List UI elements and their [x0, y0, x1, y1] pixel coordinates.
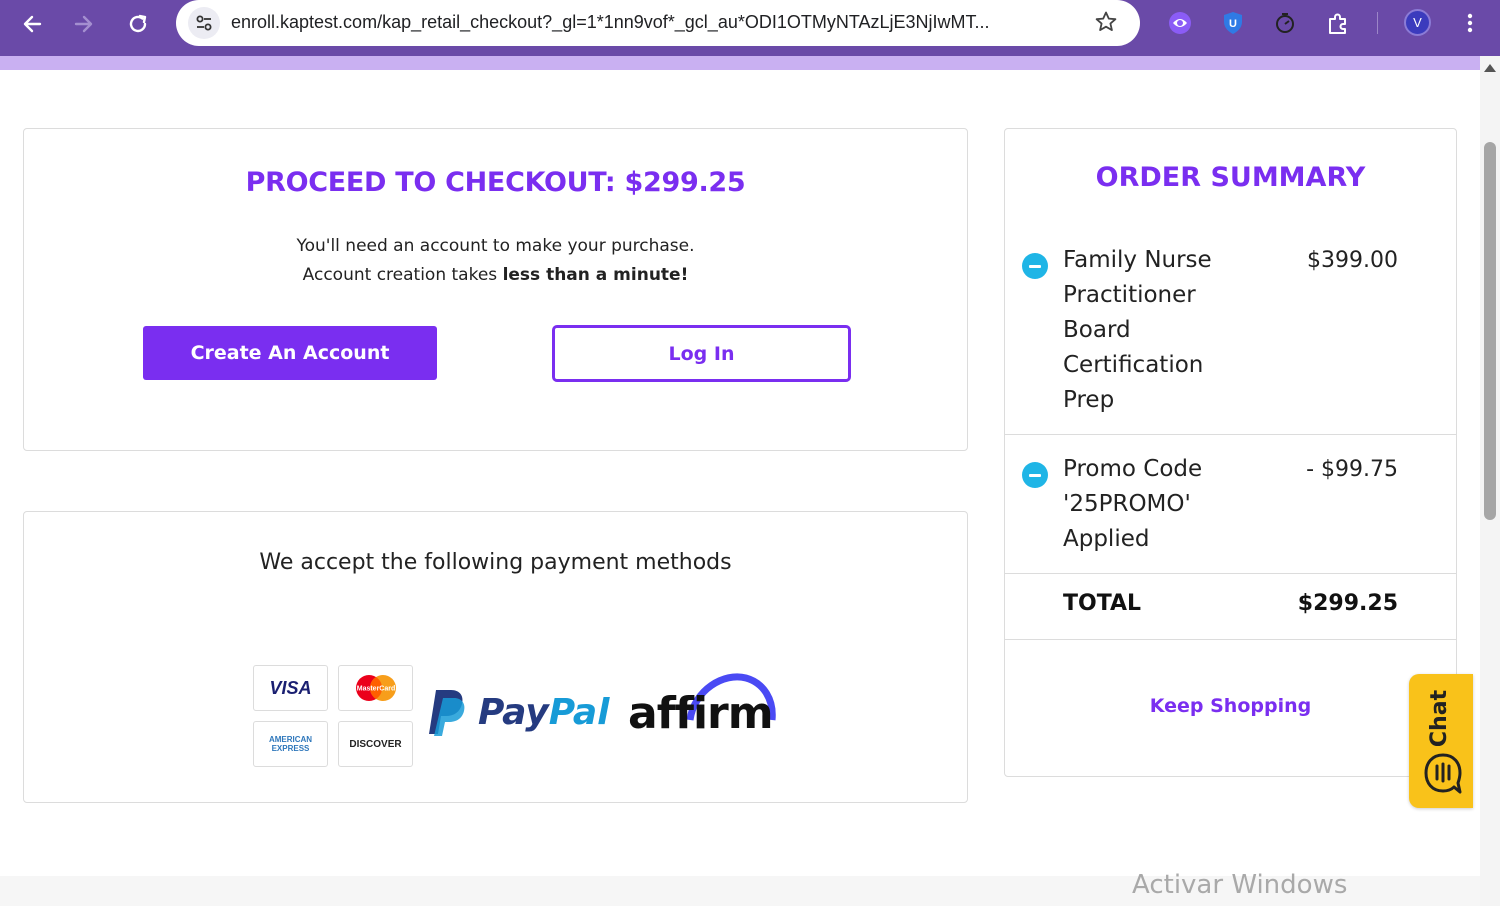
forward-arrow-icon [74, 15, 93, 33]
windows-activation-watermark: Activar Windows [1132, 870, 1348, 900]
scroll-up-arrow-icon[interactable] [1484, 64, 1496, 72]
account-required-text: You'll need an account to make your purc… [296, 236, 695, 256]
create-account-button[interactable]: Create An Account [143, 326, 437, 380]
summary-divider [1005, 434, 1456, 435]
mastercard-logo: MasterCard [338, 665, 413, 711]
site-info-button[interactable] [188, 7, 220, 39]
chat-label: Chat [1427, 689, 1453, 747]
paypal-pay: Pay [478, 692, 549, 733]
extension-timer-icon[interactable] [1270, 8, 1300, 38]
profile-avatar[interactable]: V [1404, 9, 1431, 36]
reload-button[interactable] [120, 6, 156, 42]
order-summary-card: ORDER SUMMARY Family Nurse Practitioner … [1004, 128, 1457, 777]
summary-divider [1005, 639, 1456, 640]
order-item-name: Family Nurse Practitioner Board Certific… [1063, 247, 1212, 413]
remove-item-icon[interactable] [1022, 253, 1048, 279]
mastercard-label: MasterCard [356, 686, 395, 693]
checkout-card: PROCEED TO CHECKOUT: $299.25 You'll need… [23, 128, 968, 451]
login-button[interactable]: Log In [552, 325, 851, 382]
reload-icon [129, 14, 147, 33]
scrollbar-thumb[interactable] [1484, 142, 1496, 520]
extensions-puzzle-icon[interactable] [1323, 8, 1353, 38]
account-creation-prefix: Account creation takes [302, 265, 503, 285]
paypal-logo: PayPal [478, 692, 609, 733]
order-summary-title: ORDER SUMMARY [1095, 162, 1366, 193]
browser-toolbar: enroll.kaptest.com/kap_retail_checkout?_… [0, 0, 1500, 56]
chat-label-wrapper: Chat [1423, 688, 1457, 748]
bookmark-star-icon[interactable] [1094, 10, 1118, 38]
amex-logo: AMERICAN EXPRESS [253, 721, 328, 767]
browser-menu-icon[interactable] [1455, 8, 1485, 38]
total-value: $299.25 [1297, 591, 1398, 616]
total-label: TOTAL [1063, 591, 1142, 616]
extension-shield-icon[interactable]: U [1218, 8, 1248, 38]
summary-divider [1005, 573, 1456, 574]
mastercard-icon: MasterCard [355, 675, 396, 701]
promo-code-name: Promo Code '25PROMO' Applied [1063, 456, 1203, 552]
svg-text:U: U [1229, 18, 1237, 30]
account-creation-text: Account creation takes less than a minut… [24, 265, 967, 285]
discover-logo: DISCOVER [338, 721, 413, 767]
address-bar[interactable]: enroll.kaptest.com/kap_retail_checkout?_… [176, 0, 1140, 46]
discover-label: DISCOVER [349, 738, 402, 750]
chat-bubble-icon [1424, 753, 1462, 794]
keep-shopping-link[interactable]: Keep Shopping [1005, 695, 1456, 717]
chat-widget-button[interactable]: Chat [1409, 674, 1473, 808]
checkout-title: PROCEED TO CHECKOUT: $299.25 [245, 167, 746, 198]
visa-logo: VISA [253, 665, 328, 711]
payment-methods-title: We accept the following payment methods [259, 550, 732, 575]
tune-icon [196, 15, 212, 31]
account-creation-bold: less than a minute! [502, 265, 689, 285]
remove-promo-icon[interactable] [1022, 462, 1048, 488]
payment-methods-card: We accept the following payment methods … [23, 511, 968, 803]
forward-button[interactable] [66, 6, 102, 42]
page: enroll.kaptest.com/kap_retail_checkout?_… [0, 0, 1500, 906]
order-item-price: $399.00 [1307, 248, 1398, 273]
promo-code-discount: - $99.75 [1306, 457, 1398, 482]
profile-initial: V [1413, 15, 1422, 30]
visa-label: VISA [269, 677, 312, 698]
affirm-logo: affirm [628, 688, 774, 739]
paypal-pal: Pal [548, 692, 610, 733]
extension-eye-icon[interactable] [1165, 8, 1195, 38]
header-strip [0, 56, 1480, 70]
paypal-p-icon [429, 690, 465, 736]
amex-label: AMERICAN EXPRESS [268, 735, 313, 753]
back-arrow-icon [23, 15, 42, 33]
toolbar-separator [1377, 12, 1378, 34]
back-button[interactable] [14, 6, 50, 42]
url-text[interactable]: enroll.kaptest.com/kap_retail_checkout?_… [231, 12, 1081, 33]
